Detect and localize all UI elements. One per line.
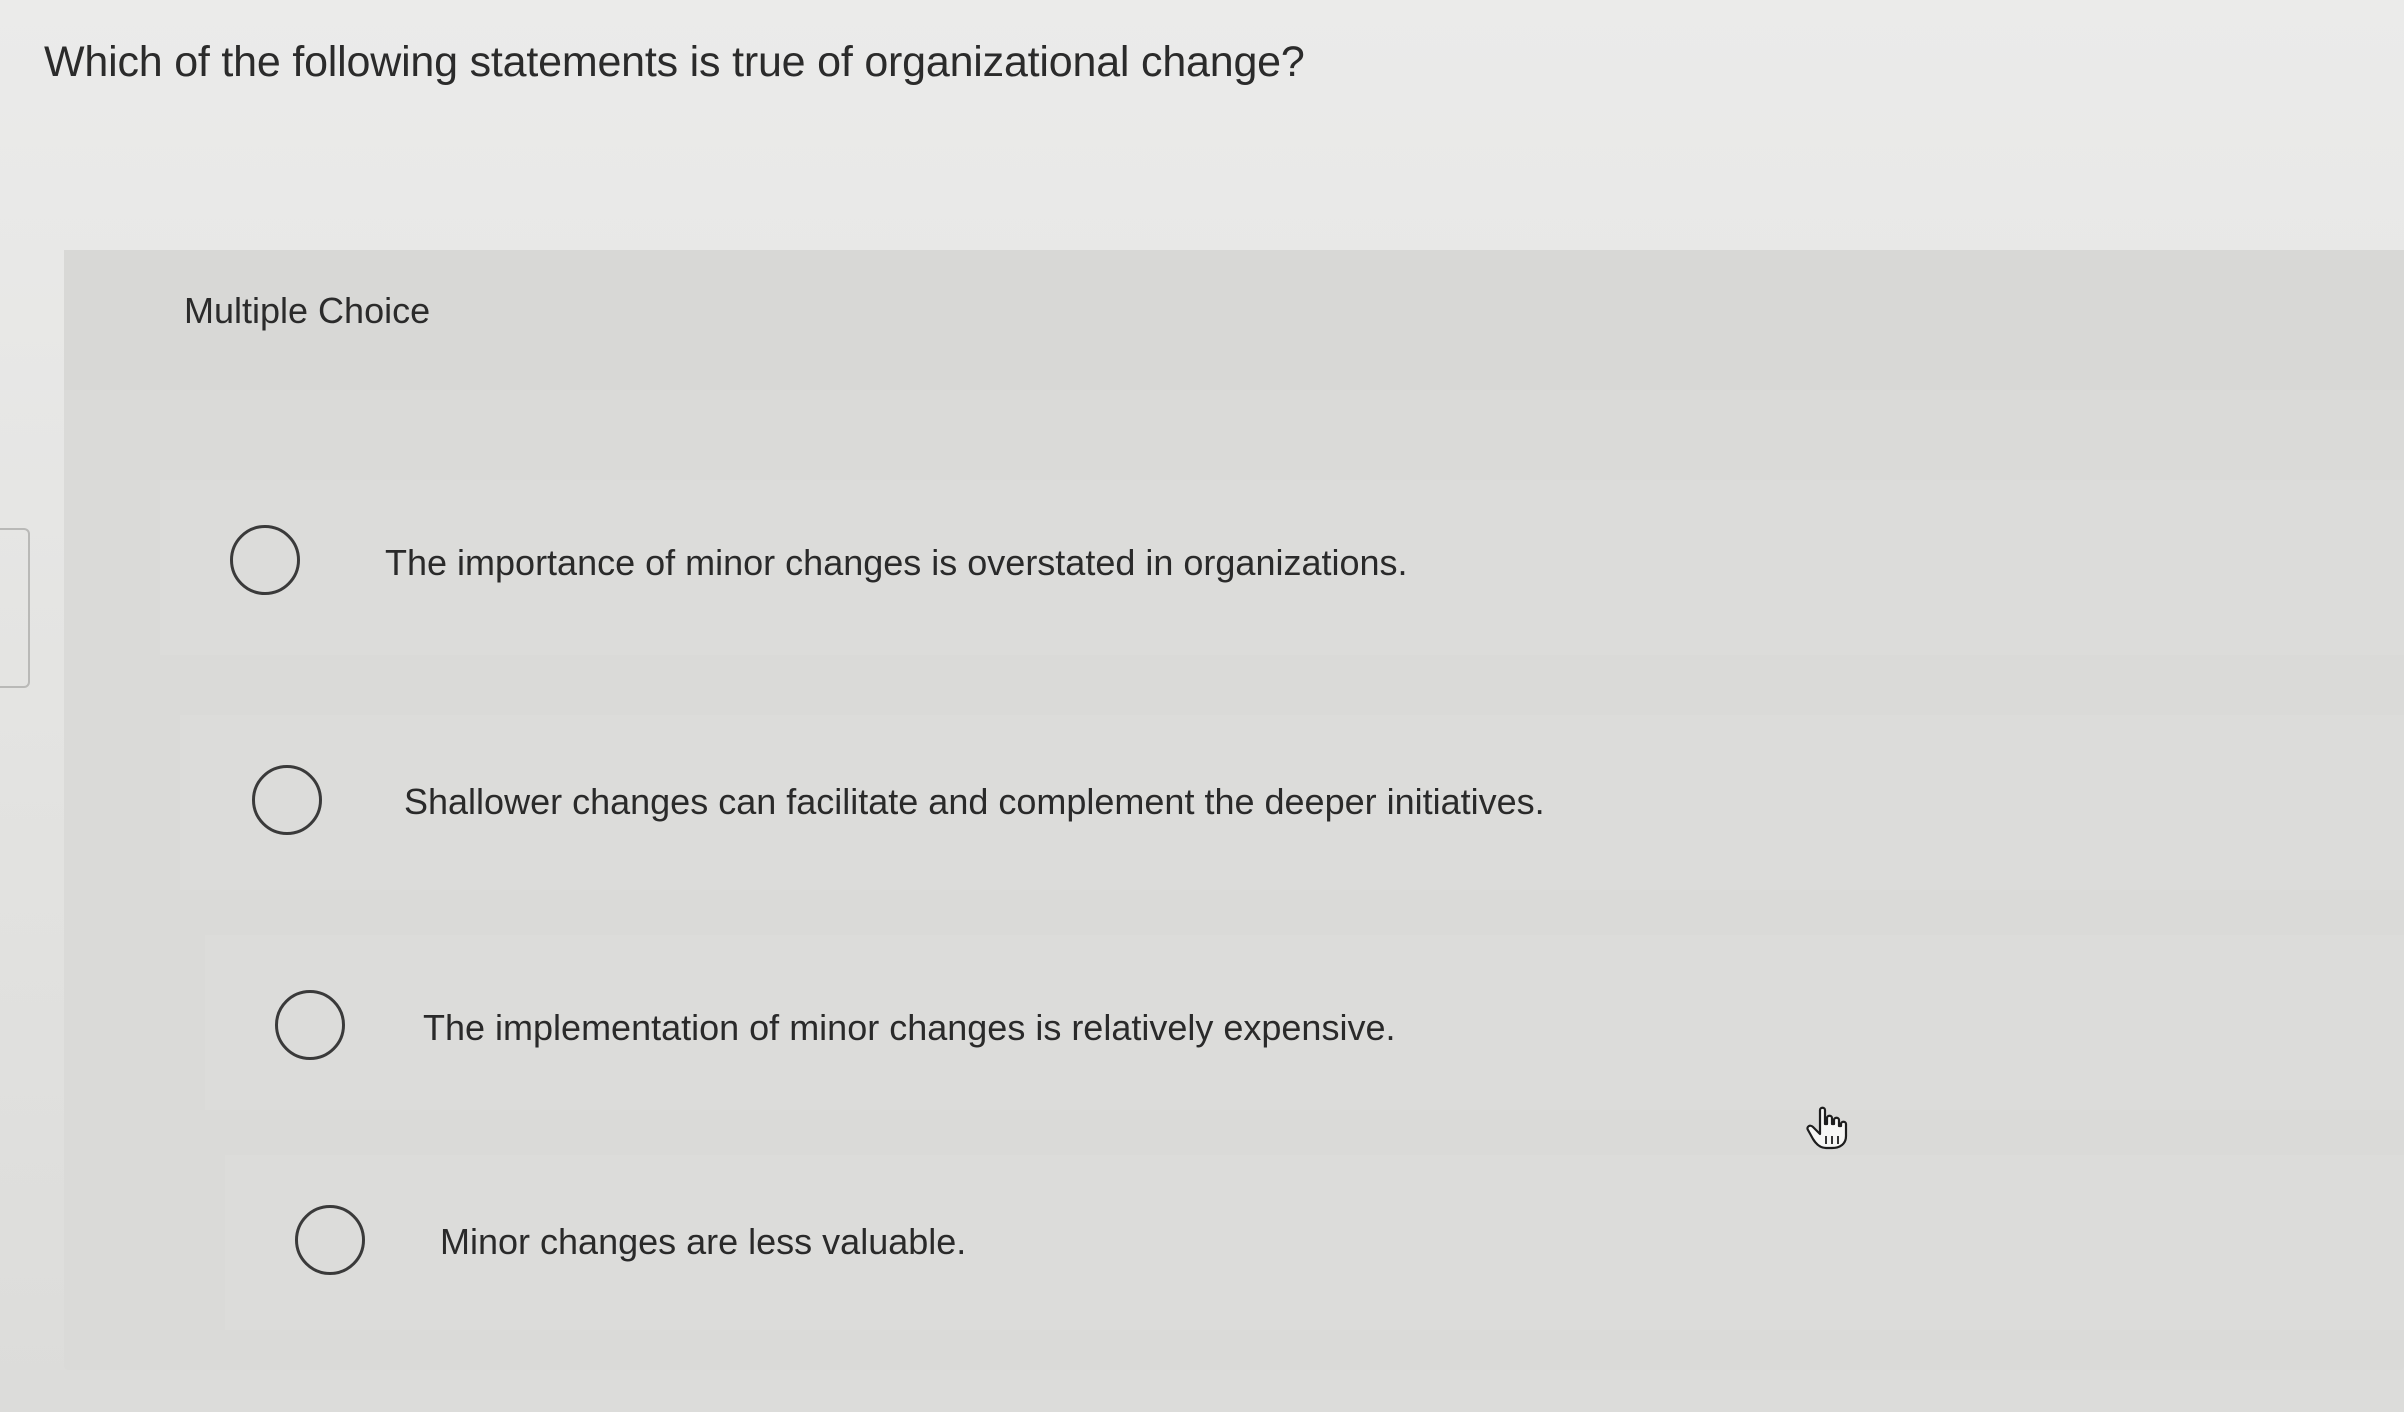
answer-option-label: The importance of minor changes is overs… [385,542,1408,583]
answer-option-label: Shallower changes can facilitate and com… [404,781,1545,822]
radio-unchecked-icon[interactable] [275,990,345,1060]
hand-pointer-icon [1806,1106,1848,1150]
answer-option-3[interactable]: The implementation of minor changes is r… [205,935,2404,1110]
radio-unchecked-icon[interactable] [252,765,322,835]
answer-option-1[interactable]: The importance of minor changes is overs… [160,480,2404,655]
radio-unchecked-icon[interactable] [295,1205,365,1275]
answer-option-label: Minor changes are less valuable. [440,1221,967,1262]
radio-unchecked-icon[interactable] [230,525,300,595]
question-text: Which of the following statements is tru… [44,38,1305,86]
answer-option-label: The implementation of minor changes is r… [423,1007,1396,1048]
quiz-page: Which of the following statements is tru… [0,0,2404,1412]
side-panel-tab[interactable] [0,528,30,688]
answer-option-4[interactable]: Minor changes are less valuable. [225,1155,2404,1330]
question-type-label: Multiple Choice [184,290,431,331]
card-header: Multiple Choice [64,250,2404,390]
answer-option-2[interactable]: Shallower changes can facilitate and com… [180,715,2404,890]
